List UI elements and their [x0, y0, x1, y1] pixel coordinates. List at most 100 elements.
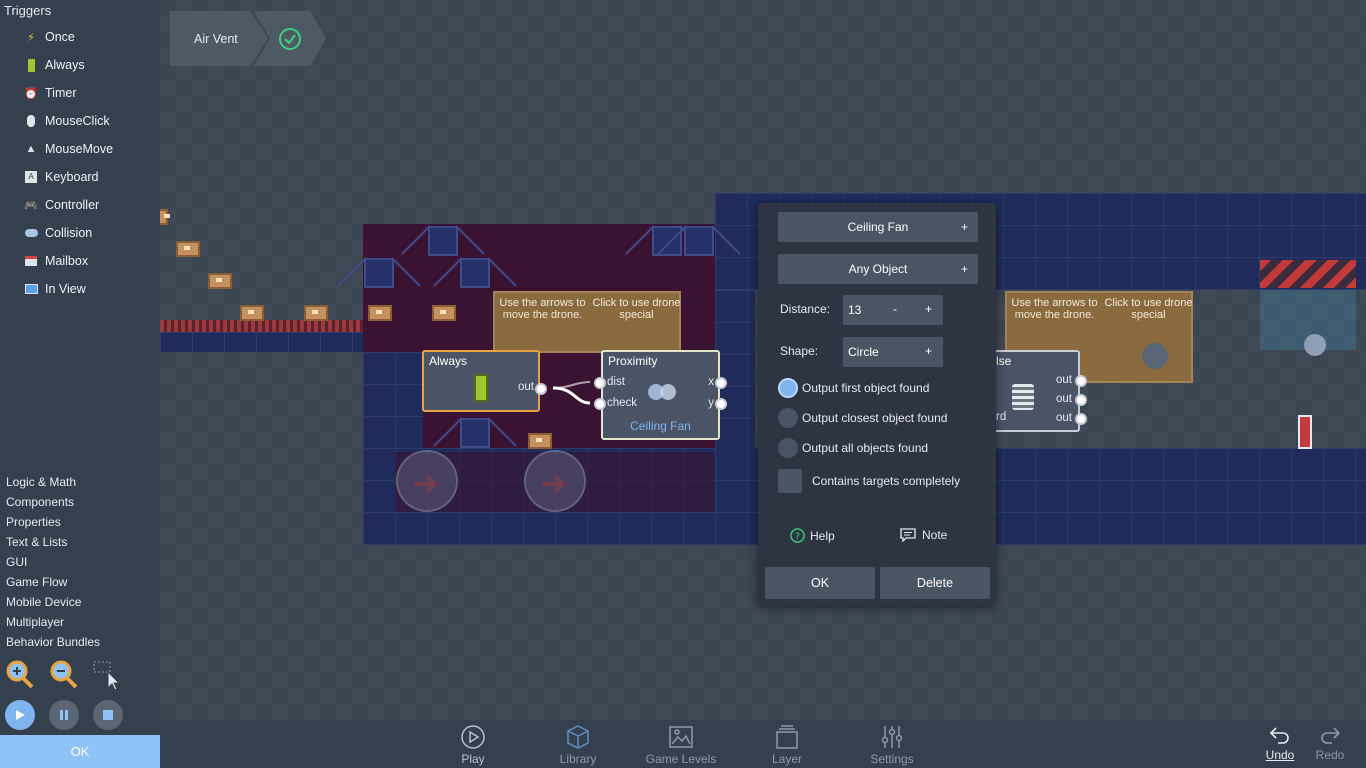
- radio-output-all[interactable]: Output all objects found: [778, 437, 928, 459]
- distance-value[interactable]: 13: [848, 303, 861, 317]
- port-label: check: [607, 397, 638, 409]
- zoom-out-icon: [50, 660, 78, 689]
- delete-button[interactable]: Delete: [880, 567, 990, 599]
- port-label: out: [1056, 393, 1072, 405]
- category-list: Logic & Math Components Properties Text …: [6, 472, 100, 652]
- radio-indicator: [778, 438, 798, 458]
- settings-tab[interactable]: Settings: [852, 724, 932, 766]
- redo-button[interactable]: Redo: [1290, 724, 1366, 762]
- hint-text: Use the arrows to move the drone.: [499, 297, 586, 321]
- crate: [528, 433, 552, 449]
- output-port-x[interactable]: [715, 377, 727, 389]
- output-port[interactable]: [535, 383, 547, 395]
- radio-output-closest[interactable]: Output closest object found: [778, 407, 947, 429]
- output-port-y[interactable]: [715, 398, 727, 410]
- increment-button[interactable]: +: [925, 302, 932, 316]
- trigger-always[interactable]: Always: [0, 51, 160, 79]
- layers-icon: [776, 725, 798, 749]
- category-multiplayer[interactable]: Multiplayer: [6, 612, 100, 632]
- shape-select[interactable]: Circle +: [843, 337, 943, 367]
- note-button[interactable]: Note: [900, 528, 947, 542]
- trigger-controller[interactable]: 🎮 Controller: [0, 191, 160, 219]
- left-pillar: [363, 352, 423, 452]
- plus-icon: +: [925, 344, 933, 358]
- tab-label: Library: [559, 752, 597, 766]
- radio-output-first[interactable]: Output first object found: [778, 377, 929, 399]
- plus-icon: +: [960, 262, 968, 276]
- help-icon: ?: [790, 528, 805, 543]
- hazard-strip: [1260, 260, 1356, 288]
- trigger-label: Collision: [45, 226, 93, 240]
- sidebar-ok-button[interactable]: OK: [0, 735, 160, 768]
- contains-targets-checkbox[interactable]: Contains targets completely: [778, 468, 960, 494]
- select-tool-button[interactable]: [92, 658, 126, 692]
- stop-button[interactable]: [93, 700, 123, 730]
- help-label: Help: [810, 528, 835, 543]
- library-tab[interactable]: Library: [538, 724, 618, 766]
- trigger-mailbox[interactable]: Mailbox: [0, 247, 160, 275]
- check-circle-icon: [279, 27, 301, 50]
- redo-icon: [1321, 727, 1341, 744]
- battery-icon: [474, 374, 488, 402]
- trigger-once[interactable]: ⚡ Once: [0, 23, 160, 51]
- checkbox-label: Contains targets completely: [812, 474, 961, 488]
- play-button[interactable]: [5, 700, 35, 730]
- category-behavior-bundles[interactable]: Behavior Bundles: [6, 632, 100, 652]
- trigger-mouseclick[interactable]: MouseClick: [0, 107, 160, 135]
- ok-button[interactable]: OK: [765, 567, 875, 599]
- playback-controls: [5, 700, 137, 730]
- node-title: Proximity: [608, 354, 658, 368]
- category-text-lists[interactable]: Text & Lists: [6, 532, 100, 552]
- node-title: lse: [996, 354, 1012, 368]
- category-components[interactable]: Components: [6, 492, 100, 512]
- x-crate: [460, 418, 490, 448]
- zoom-out-button[interactable]: [48, 658, 82, 692]
- trigger-timer[interactable]: ⏰ Timer: [0, 79, 160, 107]
- radio-label: Output closest object found: [802, 411, 948, 425]
- filter-select[interactable]: Any Object +: [778, 254, 978, 284]
- gamepad-icon: 🎮: [24, 199, 38, 212]
- category-gui[interactable]: GUI: [6, 552, 100, 572]
- proximity-node[interactable]: Proximity dist check x y Ceiling Fan: [594, 350, 727, 440]
- category-game-flow[interactable]: Game Flow: [6, 572, 100, 592]
- category-mobile-device[interactable]: Mobile Device: [6, 592, 100, 612]
- tab-label: Play: [461, 752, 485, 766]
- output-port[interactable]: [1075, 375, 1087, 387]
- port-label: rd: [996, 411, 1007, 423]
- trigger-keyboard[interactable]: A Keyboard: [0, 163, 160, 191]
- marquee-select-icon: [93, 661, 121, 691]
- play-tab[interactable]: Play: [433, 724, 513, 766]
- checkbox-box: [778, 469, 802, 493]
- category-properties[interactable]: Properties: [6, 512, 100, 532]
- zoom-in-icon: [6, 660, 34, 689]
- help-button[interactable]: ? Help: [790, 528, 835, 543]
- zoom-in-button[interactable]: [4, 658, 38, 692]
- game-levels-tab[interactable]: Game Levels: [641, 724, 721, 766]
- shape-value: Circle: [848, 345, 879, 359]
- x-crate: [684, 226, 714, 256]
- object-select[interactable]: Ceiling Fan +: [778, 212, 978, 242]
- trigger-collision[interactable]: Collision: [0, 219, 160, 247]
- always-node[interactable]: Always out: [422, 350, 547, 412]
- trigger-label: Mailbox: [45, 254, 89, 268]
- else-node[interactable]: lse rd out out out: [994, 350, 1087, 432]
- radio-label: Output first object found: [802, 381, 930, 395]
- hint-text: Use the arrows to move the drone.: [1011, 297, 1098, 321]
- pause-button[interactable]: [49, 700, 79, 730]
- trigger-label: Keyboard: [45, 170, 99, 184]
- category-logic-math[interactable]: Logic & Math: [6, 472, 100, 492]
- distance-stepper[interactable]: 13 - +: [843, 295, 943, 325]
- input-port-check[interactable]: [594, 398, 606, 410]
- output-port[interactable]: [1075, 413, 1087, 425]
- radio-label: Output all objects found: [802, 441, 929, 455]
- stop-icon: [103, 710, 113, 720]
- trigger-in-view[interactable]: In View: [0, 275, 160, 303]
- input-port-dist[interactable]: [594, 377, 606, 389]
- play-icon: [16, 710, 25, 720]
- breadcrumb-item[interactable]: Air Vent: [170, 11, 268, 66]
- layer-tab[interactable]: Layer: [747, 724, 827, 766]
- crate: [432, 305, 456, 321]
- output-port[interactable]: [1075, 394, 1087, 406]
- trigger-mousemove[interactable]: ▲ MouseMove: [0, 135, 160, 163]
- decrement-button[interactable]: -: [893, 302, 897, 316]
